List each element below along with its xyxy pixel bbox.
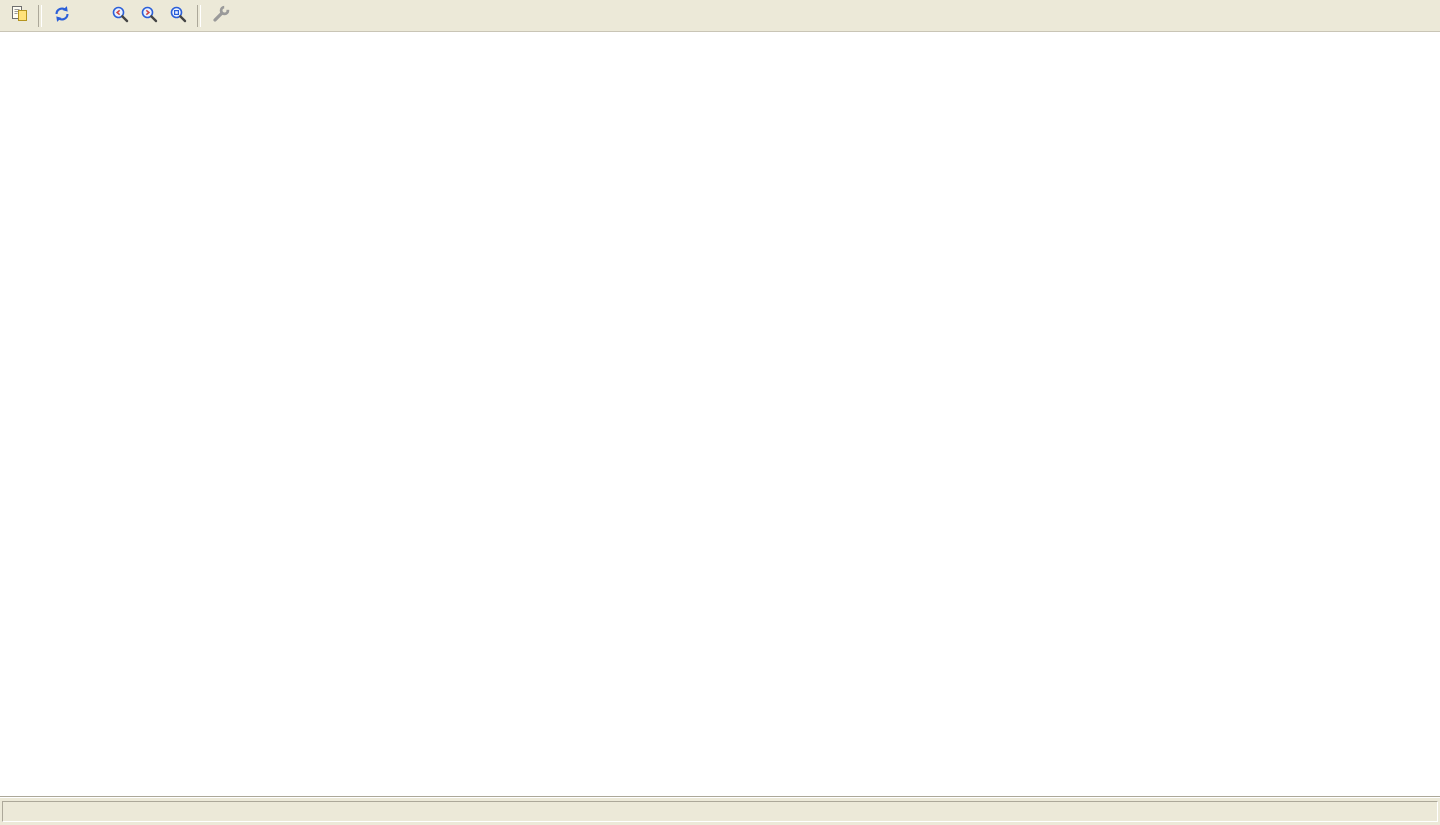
- echo-legend: [1287, 209, 1340, 245]
- legend-entry-r-echo: [1287, 227, 1340, 245]
- plot-area: [0, 32, 1440, 797]
- legend-entry-r-correlation: [1287, 534, 1340, 552]
- legend-line-sample: [1296, 235, 1340, 237]
- legend-entry-l-correlation: [1287, 516, 1340, 534]
- gnuplot-window: [0, 0, 1440, 825]
- plots-canvas[interactable]: [0, 32, 1440, 797]
- toolbar-separator: [38, 5, 42, 27]
- config-button[interactable]: [206, 2, 235, 30]
- autoscale-icon: [169, 5, 187, 27]
- toolbar: [0, 0, 1440, 32]
- correlation-legend: [1287, 516, 1340, 552]
- help-button[interactable]: [235, 2, 264, 30]
- toolbar-separator: [197, 5, 201, 27]
- status-field: [2, 801, 1438, 822]
- zoom-next-icon: [140, 5, 158, 27]
- zoom-next-button[interactable]: [134, 2, 163, 30]
- zoom-previous-button[interactable]: [105, 2, 134, 30]
- replot-icon: [53, 5, 71, 27]
- copy-to-clipboard-button[interactable]: [4, 2, 33, 30]
- zoom-previous-icon: [111, 5, 129, 27]
- copy-to-clipboard-icon: [10, 5, 28, 27]
- status-bar: [0, 797, 1440, 825]
- legend-line-sample: [1296, 217, 1340, 219]
- legend-line-sample: [1296, 542, 1340, 544]
- legend-entry-l-echo: [1287, 209, 1340, 227]
- config-icon: [212, 5, 230, 27]
- replot-button[interactable]: [47, 2, 76, 30]
- autoscale-button[interactable]: [163, 2, 192, 30]
- toggle-grid-button[interactable]: [76, 2, 105, 30]
- legend-line-sample: [1296, 524, 1340, 526]
